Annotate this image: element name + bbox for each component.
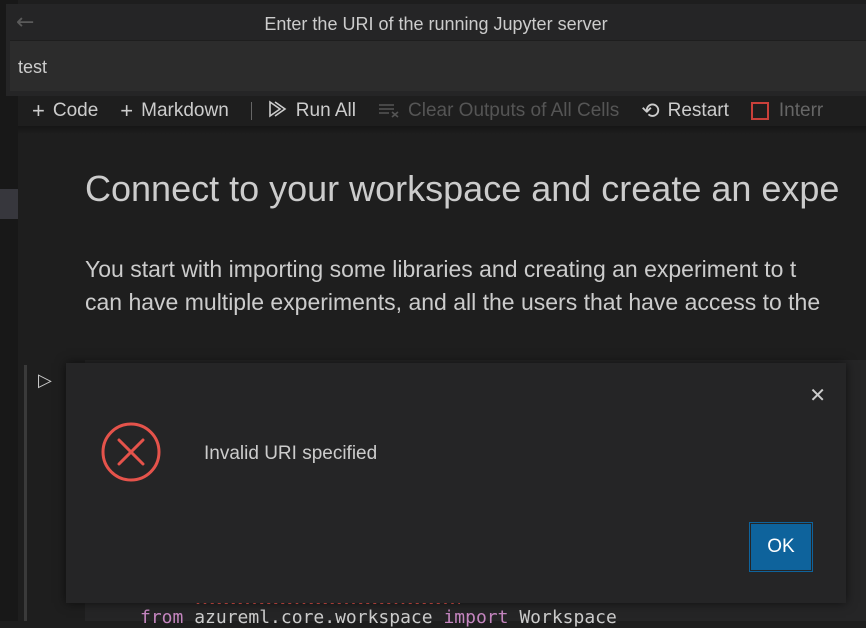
run-all-icon <box>268 98 288 124</box>
markdown-heading: Connect to your workspace and create an … <box>85 168 840 209</box>
restart-button[interactable]: ⟲ Restart <box>641 98 729 124</box>
markdown-paragraph: You start with importing some libraries … <box>85 253 820 319</box>
notebook-toolbar: + Code + Markdown Run All Clear Outputs … <box>18 96 866 126</box>
uri-input[interactable] <box>18 53 818 81</box>
error-icon <box>101 422 161 482</box>
quick-input-box <box>10 40 866 91</box>
error-dialog: ✕ Invalid URI specified OK <box>66 363 846 603</box>
code-text: Workspace <box>508 607 617 628</box>
restart-icon: ⟲ <box>641 98 660 123</box>
restart-label: Restart <box>667 100 729 121</box>
add-code-label: Code <box>52 100 99 121</box>
run-all-label: Run All <box>295 100 356 121</box>
run-cell-icon[interactable]: ▷ <box>38 370 52 391</box>
add-code-button[interactable]: + Code <box>32 98 98 124</box>
paragraph-line: can have multiple experiments, and all t… <box>85 289 821 315</box>
code-line: from azureml.core.workspace import Works… <box>140 607 617 628</box>
close-icon[interactable]: ✕ <box>809 383 826 407</box>
add-markdown-button[interactable]: + Markdown <box>120 98 229 124</box>
toolbar-separator <box>250 102 252 120</box>
cell-focus-bar <box>24 365 27 621</box>
clear-outputs-button[interactable]: Clear Outputs of All Cells <box>378 98 619 124</box>
paragraph-line: You start with importing some libraries … <box>85 256 797 282</box>
toolbar-shadow <box>18 126 866 134</box>
rail-active-marker <box>0 189 18 219</box>
add-markdown-label: Markdown <box>141 100 229 121</box>
plus-icon: + <box>120 98 134 123</box>
quick-input-widget: ← Enter the URI of the running Jupyter s… <box>6 4 866 96</box>
code-keyword: from <box>140 607 184 628</box>
code-keyword: import <box>443 607 509 628</box>
quick-input-title: Enter the URI of the running Jupyter ser… <box>264 14 608 34</box>
ok-button[interactable]: OK <box>749 522 813 572</box>
interrupt-button[interactable]: Interr <box>750 100 824 122</box>
code-text: azureml.core.workspace <box>183 607 444 628</box>
clear-all-icon <box>378 98 400 124</box>
dialog-message: Invalid URI specified <box>204 443 378 464</box>
interrupt-label: Interr <box>778 100 824 121</box>
stop-icon <box>750 102 769 120</box>
run-all-button[interactable]: Run All <box>268 98 356 124</box>
plus-icon: + <box>32 98 45 123</box>
clear-outputs-label: Clear Outputs of All Cells <box>408 100 620 121</box>
